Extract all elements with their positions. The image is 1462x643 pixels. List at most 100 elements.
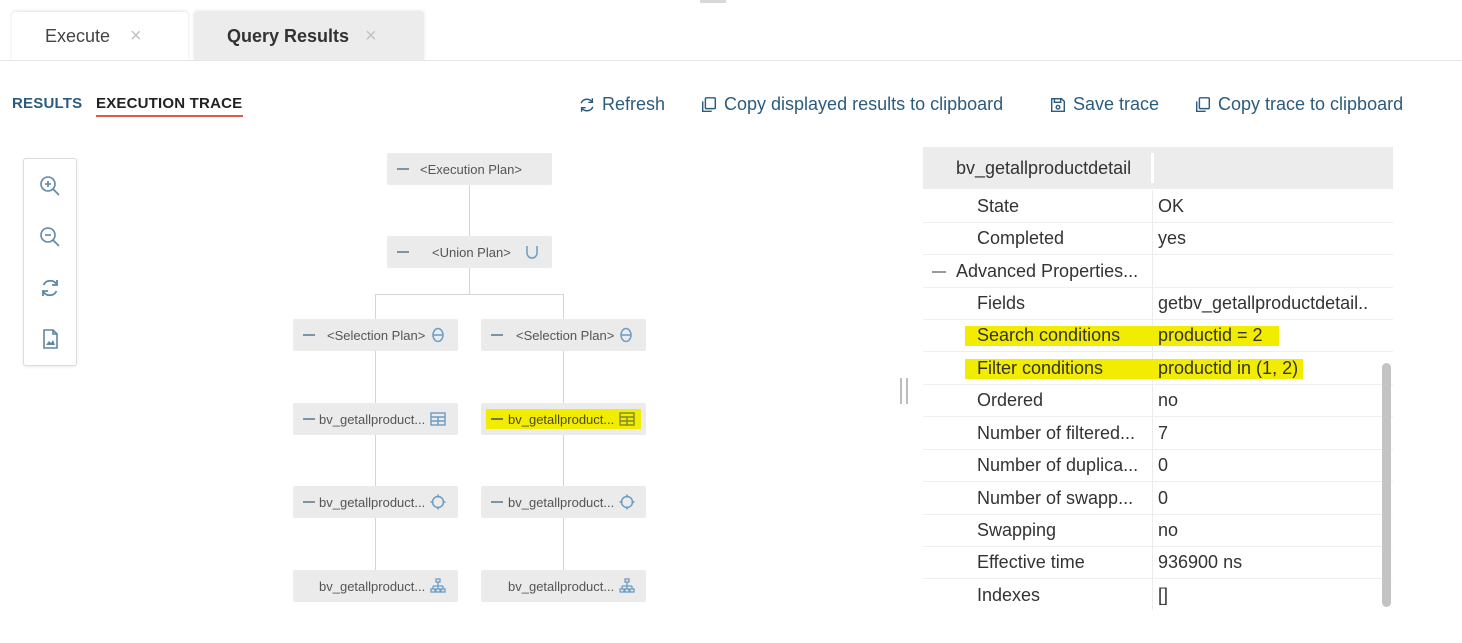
zoom-in-icon[interactable] — [38, 174, 62, 198]
plan-node-selection-right[interactable]: <Selection Plan> — [481, 319, 646, 351]
drag-notch[interactable] — [700, 0, 726, 3]
reset-view-icon[interactable] — [38, 276, 62, 300]
property-group-label: Advanced Properties... — [956, 261, 1139, 281]
property-value: 936900 ns — [1158, 552, 1243, 572]
property-row-swapped: Number of swapp... 0 — [923, 482, 1393, 515]
plan-node-label: bv_getallproduct... — [508, 494, 615, 510]
property-value: no — [1158, 390, 1179, 410]
plan-edge — [375, 294, 376, 320]
property-key: Indexes — [977, 585, 1041, 605]
collapse-icon[interactable] — [932, 271, 946, 273]
plan-node-base-left[interactable]: bv_getallproduct... — [293, 570, 458, 602]
copy-trace-label: Copy trace to clipboard — [1218, 94, 1404, 114]
collapse-icon[interactable] — [303, 334, 315, 336]
collapse-icon[interactable] — [303, 418, 315, 420]
plan-edge — [375, 435, 376, 486]
property-value: yes — [1158, 228, 1187, 248]
panel-splitter-handle[interactable] — [900, 378, 910, 404]
property-key: Fields — [977, 293, 1026, 313]
tab-query-results-close-icon[interactable]: × — [365, 25, 377, 48]
node-properties-panel: bv_getallproductdetail State OK Complete… — [923, 147, 1393, 610]
plan-node-label: bv_getallproduct... — [319, 494, 426, 510]
property-key: Ordered — [977, 390, 1044, 410]
plan-node-label: <Selection Plan> — [327, 327, 426, 343]
selection-icon — [430, 327, 446, 343]
property-row-ordered: Ordered no — [923, 384, 1393, 417]
plan-edge — [469, 268, 470, 294]
plan-node-base-right[interactable]: bv_getallproduct... — [481, 570, 646, 602]
plan-edge — [563, 435, 564, 486]
property-row-swapping: Swapping no — [923, 514, 1393, 547]
property-row-search-conditions: Search conditions productid = 2 — [923, 319, 1393, 352]
editor-tab-bar: Execute × Query Results × — [0, 0, 1462, 62]
subtab-results[interactable]: RESULTS — [12, 95, 82, 112]
property-row-completed: Completed yes — [923, 222, 1393, 255]
property-value: productid = 2 — [1158, 325, 1263, 345]
property-value: 0 — [1158, 488, 1169, 508]
plan-edge — [375, 294, 564, 295]
plan-node-label: bv_getallproduct... — [508, 411, 615, 427]
property-key: Number of swapp... — [977, 488, 1134, 508]
zoom-out-icon[interactable] — [38, 225, 62, 249]
hierarchy-icon — [619, 578, 635, 594]
copy-trace-button[interactable]: Copy trace to clipboard — [1194, 94, 1403, 115]
subtab-execution-trace-label: EXECUTION TRACE — [96, 95, 243, 112]
plan-node-join-left[interactable]: bv_getallproduct... — [293, 486, 458, 518]
plan-node-selection-left[interactable]: <Selection Plan> — [293, 319, 458, 351]
column-resize-handle[interactable] — [1151, 153, 1154, 183]
plan-node-execution[interactable]: <Execution Plan> — [387, 153, 552, 185]
copy-displayed-results-label: Copy displayed results to clipboard — [724, 94, 1004, 114]
copy-icon — [1195, 96, 1211, 112]
plan-node-label: <Selection Plan> — [516, 327, 615, 343]
plan-edge — [563, 294, 564, 320]
property-value: OK — [1158, 196, 1185, 216]
tab-query-results[interactable]: Query Results × — [194, 12, 424, 60]
collapse-icon[interactable] — [397, 251, 409, 253]
property-row-state: State OK — [923, 190, 1393, 223]
active-tab-underline — [96, 115, 243, 117]
property-row-indexes: Indexes [] — [923, 579, 1393, 610]
tab-execute[interactable]: Execute × — [12, 12, 188, 60]
property-key: Effective time — [977, 552, 1085, 572]
refresh-button[interactable]: Refresh — [578, 94, 665, 115]
property-key: Filter conditions — [977, 358, 1104, 378]
selection-icon — [618, 327, 634, 343]
property-value: 7 — [1158, 423, 1169, 443]
plan-edge — [563, 518, 564, 570]
union-icon — [524, 244, 540, 260]
property-row-filter-conditions: Filter conditions productid in (1, 2) — [923, 352, 1393, 385]
property-key: Number of duplica... — [977, 455, 1139, 475]
property-value: productid in (1, 2) — [1158, 358, 1299, 378]
tab-execute-close-icon[interactable]: × — [130, 25, 142, 48]
plan-node-view-right-selected[interactable]: bv_getallproduct... — [481, 403, 646, 435]
plan-edge — [469, 185, 470, 237]
save-trace-button[interactable]: Save trace — [1049, 94, 1159, 115]
property-group-advanced[interactable]: Advanced Properties... — [923, 255, 1393, 288]
property-key: Search conditions — [977, 325, 1121, 345]
plan-node-label: bv_getallproduct... — [319, 411, 426, 427]
refresh-icon — [580, 97, 594, 112]
plan-edge — [563, 351, 564, 403]
subtab-execution-trace[interactable]: EXECUTION TRACE — [96, 95, 243, 117]
table-icon — [430, 411, 446, 427]
table-icon — [619, 411, 635, 427]
refresh-label: Refresh — [602, 94, 666, 114]
plan-edge — [375, 518, 376, 570]
tab-query-results-label: Query Results — [227, 25, 350, 46]
collapse-icon[interactable] — [491, 501, 503, 503]
collapse-icon[interactable] — [303, 501, 315, 503]
properties-scrollbar[interactable] — [1382, 363, 1391, 607]
plan-node-union[interactable]: <Union Plan> — [387, 236, 552, 268]
property-row-duplicates: Number of duplica... 0 — [923, 449, 1393, 482]
diagram-toolbar — [23, 158, 77, 366]
plan-node-label: bv_getallproduct... — [508, 578, 615, 594]
collapse-icon[interactable] — [397, 168, 409, 170]
plan-node-view-left[interactable]: bv_getallproduct... — [293, 403, 458, 435]
target-icon — [619, 494, 635, 510]
copy-displayed-results-button[interactable]: Copy displayed results to clipboard — [700, 94, 1003, 115]
export-image-icon[interactable] — [38, 327, 62, 351]
plan-node-join-right[interactable]: bv_getallproduct... — [481, 486, 646, 518]
collapse-icon[interactable] — [491, 418, 503, 420]
save-icon — [1050, 97, 1066, 112]
collapse-icon[interactable] — [491, 334, 503, 336]
